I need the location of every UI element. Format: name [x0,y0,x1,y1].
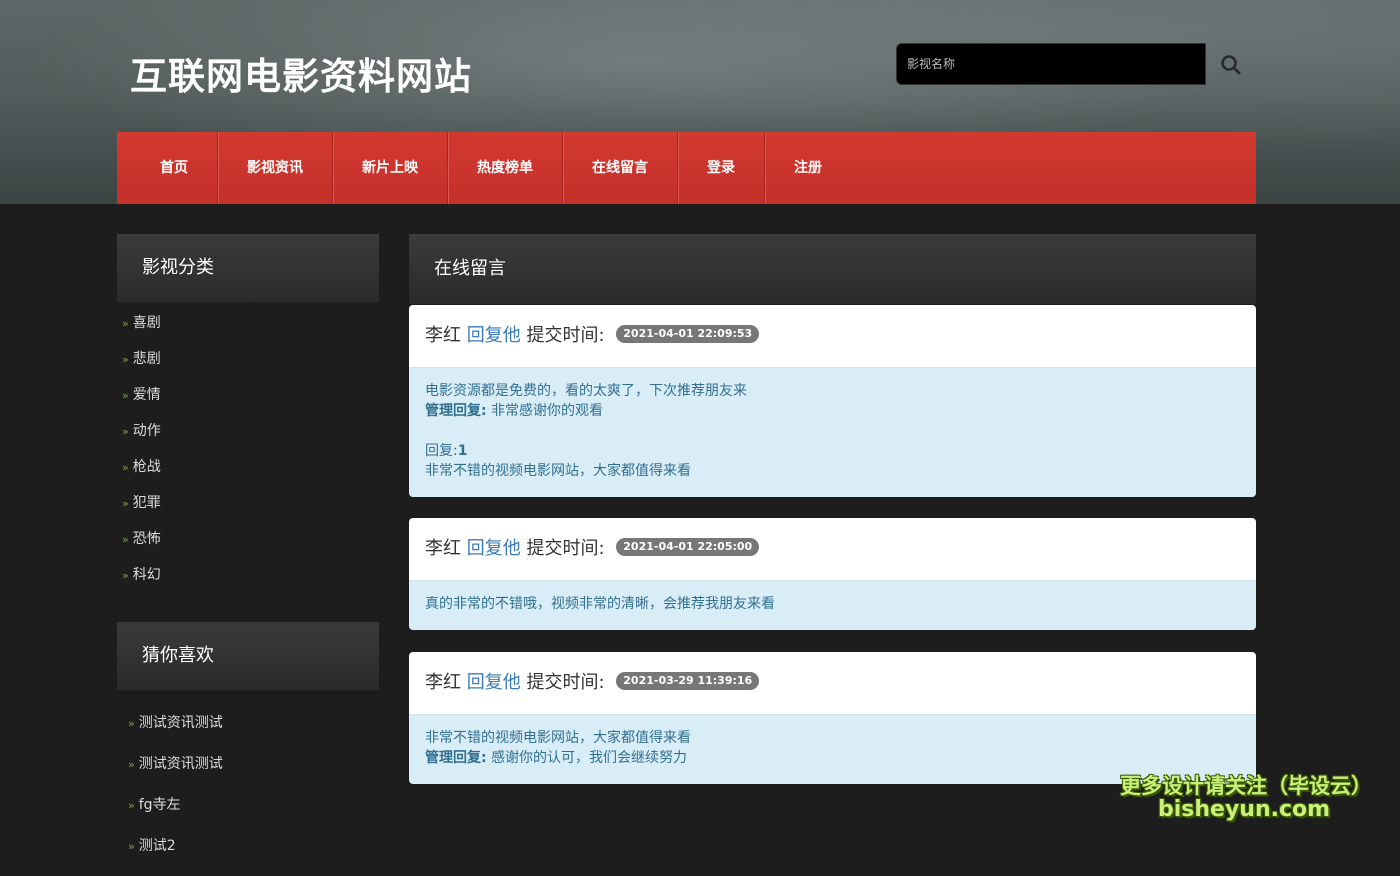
message-card: 李红 回复他 提交时间: 2021-04-01 22:05:00 真的非常的不错… [409,518,1256,630]
category-list: » 喜剧 » 悲剧 » 爱情 » 动作 » 枪战 » 犯罪 » 恐怖 » 科幻 [122,312,161,600]
chevron-right-icon: » [122,353,129,366]
time-badge: 2021-03-29 11:39:16 [616,672,760,690]
time-label: 提交时间: [526,325,605,346]
message-body: 电影资源都是免费的，看的太爽了，下次推荐朋友来 管理回复: 非常感谢你的观看 回… [409,368,1256,497]
nav-messages[interactable]: 在线留言 [563,132,678,204]
message-body: 真的非常的不错哦，视频非常的清晰，会推荐我朋友来看 [409,581,1256,630]
guess-item[interactable]: » 测试资讯测试 [122,753,223,794]
category-item[interactable]: » 悲剧 [122,348,161,384]
message-user: 李红 [425,672,461,693]
guess-title: 猜你喜欢 [117,622,379,690]
message-header: 李红 回复他 提交时间: 2021-03-29 11:39:16 [409,652,1256,715]
reply-link[interactable]: 回复他 [467,325,521,346]
reply-text: 非常不错的视频电影网站，大家都值得来看 [425,463,691,479]
time-label: 提交时间: [526,538,605,559]
chevron-right-icon: » [122,533,129,546]
time-label: 提交时间: [526,672,605,693]
message-content: 真的非常的不错哦，视频非常的清晰，会推荐我朋友来看 [425,596,775,612]
guess-list: » 测试资讯测试 » 测试资讯测试 » fg寺左 » 测试2 [122,712,223,876]
nav-login[interactable]: 登录 [678,132,765,204]
category-item[interactable]: » 爱情 [122,384,161,420]
nav-home[interactable]: 首页 [117,132,218,204]
chevron-right-icon: » [128,717,135,730]
chevron-right-icon: » [122,569,129,582]
reply-link[interactable]: 回复他 [467,672,521,693]
categories-title: 影视分类 [117,234,379,302]
search-input[interactable] [896,43,1206,85]
admin-reply: 管理回复: 非常感谢你的观看 [425,403,604,419]
guess-item[interactable]: » fg寺左 [122,794,223,835]
chevron-right-icon: » [128,840,135,853]
chevron-right-icon: » [122,389,129,402]
nav-ranking[interactable]: 热度榜单 [448,132,563,204]
category-item[interactable]: » 犯罪 [122,492,161,528]
chevron-right-icon: » [122,461,129,474]
time-badge: 2021-04-01 22:09:53 [616,325,760,343]
watermark-line1: 更多设计请关注（毕设云） [1120,774,1372,798]
message-card: 李红 回复他 提交时间: 2021-03-29 11:39:16 非常不错的视频… [409,652,1256,784]
message-content: 电影资源都是免费的，看的太爽了，下次推荐朋友来 [425,383,747,399]
message-card: 李红 回复他 提交时间: 2021-04-01 22:09:53 电影资源都是免… [409,305,1256,497]
category-item[interactable]: » 喜剧 [122,312,161,348]
site-header: 互联网电影资料网站 首页 影视资讯 新片上映 热度榜单 在线留言 登录 注册 [0,0,1400,204]
chevron-right-icon: » [122,497,129,510]
chevron-right-icon: » [128,758,135,771]
nav-news[interactable]: 影视资讯 [218,132,333,204]
search-icon[interactable] [1216,50,1246,80]
chevron-right-icon: » [128,799,135,812]
message-user: 李红 [425,325,461,346]
nav-register[interactable]: 注册 [765,132,851,204]
search-button[interactable] [1216,50,1246,80]
message-content: 非常不错的视频电影网站，大家都值得来看 [425,730,691,746]
main-nav: 首页 影视资讯 新片上映 热度榜单 在线留言 登录 注册 [117,132,1256,204]
chevron-right-icon: » [122,317,129,330]
message-header: 李红 回复他 提交时间: 2021-04-01 22:09:53 [409,305,1256,368]
page-title: 在线留言 [409,234,1256,304]
time-badge: 2021-04-01 22:05:00 [616,538,760,556]
category-item[interactable]: » 恐怖 [122,528,161,564]
site-title: 互联网电影资料网站 [130,55,472,98]
message-header: 李红 回复他 提交时间: 2021-04-01 22:05:00 [409,518,1256,581]
reply-link[interactable]: 回复他 [467,538,521,559]
chevron-right-icon: » [122,425,129,438]
admin-reply: 管理回复: 感谢你的认可，我们会继续努力 [425,750,688,766]
message-user: 李红 [425,538,461,559]
watermark-line2: bisheyun.com [1158,797,1331,822]
category-item[interactable]: » 动作 [122,420,161,456]
nav-new-releases[interactable]: 新片上映 [333,132,448,204]
reply-count: 回复:1 [425,443,468,459]
guess-item[interactable]: » 测试2 [122,835,223,876]
guess-item[interactable]: » 测试资讯测试 [122,712,223,753]
category-item[interactable]: » 科幻 [122,564,161,600]
category-item[interactable]: » 枪战 [122,456,161,492]
